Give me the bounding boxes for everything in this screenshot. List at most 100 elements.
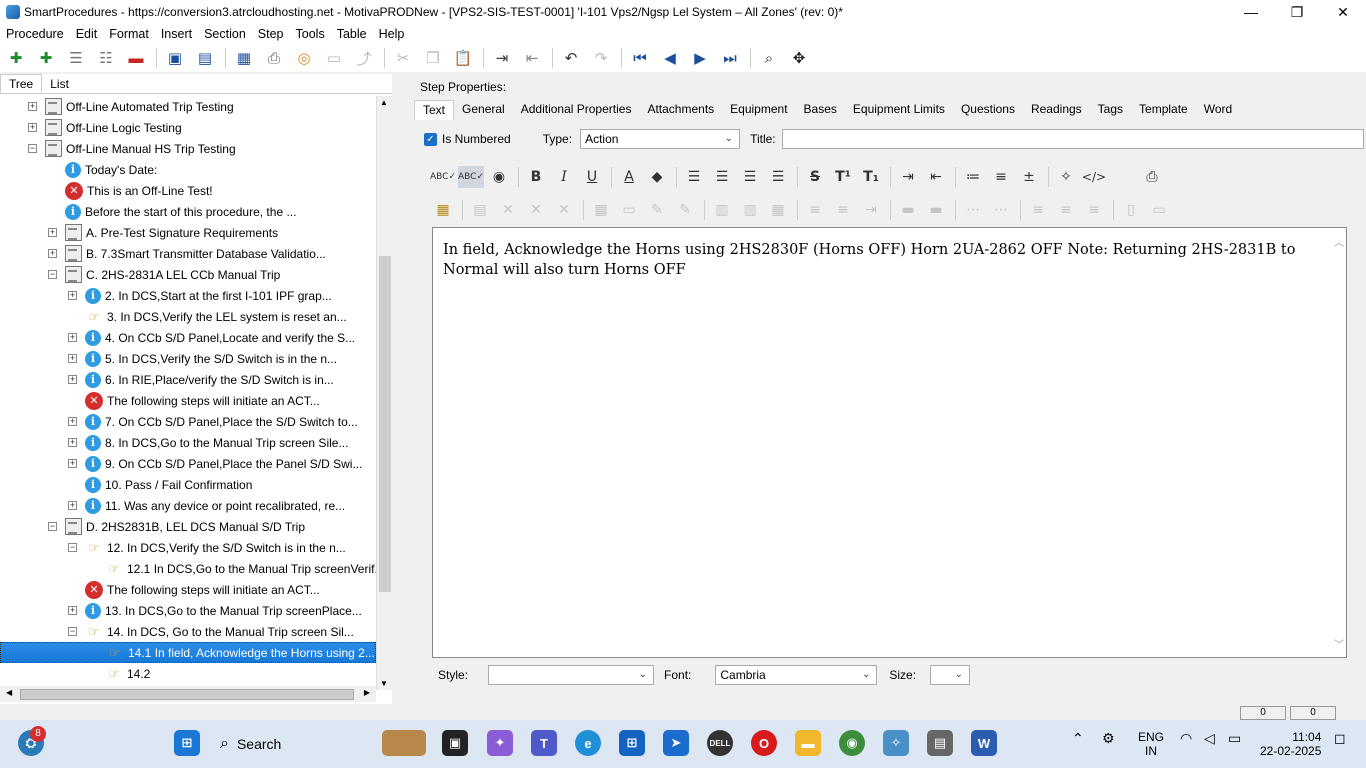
move-icon[interactable]: ✥ xyxy=(787,46,811,70)
is-numbered-checkbox[interactable]: ✓ xyxy=(424,132,437,146)
align-right-icon[interactable]: ☰ xyxy=(737,166,763,188)
menu-step[interactable]: Step xyxy=(258,27,284,41)
tree-node[interactable]: i 10. Pass / Fail Confirmation xyxy=(0,474,376,495)
cell-border-icon[interactable]: ▭ xyxy=(616,199,642,221)
scroll-left-icon[interactable]: ◀ xyxy=(6,688,12,697)
numbered-list-icon[interactable]: ≡ xyxy=(988,166,1014,188)
word-icon[interactable]: W xyxy=(971,730,997,756)
decrease-indent-icon[interactable]: ⇤ xyxy=(923,166,949,188)
store-icon[interactable]: ⊞ xyxy=(619,730,645,756)
expand-icon[interactable]: + xyxy=(68,333,77,342)
expand-icon[interactable]: + xyxy=(28,102,37,111)
tab-attachments[interactable]: Attachments xyxy=(639,100,722,120)
expand-icon[interactable]: + xyxy=(68,438,77,447)
expand-icon[interactable]: + xyxy=(68,354,77,363)
valign-middle-icon[interactable]: ≡ xyxy=(1053,199,1079,221)
tab-equipment-limits[interactable]: Equipment Limits xyxy=(845,100,953,120)
title-input[interactable] xyxy=(781,129,1364,149)
dell-icon[interactable]: DELL xyxy=(707,730,733,756)
maximize-button[interactable]: ❐ xyxy=(1274,0,1320,24)
color-wheel-icon[interactable]: ◉ xyxy=(486,166,512,188)
delete-col-icon[interactable]: ✕ xyxy=(551,199,577,221)
subscript-icon[interactable]: T₁ xyxy=(858,166,884,188)
edge-icon[interactable]: e xyxy=(575,730,601,756)
collapse-icon[interactable]: − xyxy=(48,522,57,531)
outdent-icon[interactable]: ⇤ xyxy=(520,46,544,70)
insert-col-left-icon[interactable]: ▥ xyxy=(709,199,735,221)
editor-scrollbar[interactable]: ︿ ﹀ xyxy=(1332,228,1346,657)
row-icon[interactable]: ▭ xyxy=(1146,199,1172,221)
column-icon[interactable]: ▯ xyxy=(1118,199,1144,221)
merge-cells-icon[interactable]: ▦ xyxy=(765,199,791,221)
tree-node[interactable]: + A. Pre-Test Signature Requirements xyxy=(0,222,376,243)
tree-node[interactable]: ☞ 3. In DCS,Verify the LEL system is rese… xyxy=(0,306,376,327)
teams-icon[interactable]: T xyxy=(531,730,557,756)
chrome-icon[interactable]: ◉ xyxy=(839,730,865,756)
insert-line-icon[interactable]: ± xyxy=(1016,166,1042,188)
remote-desktop-icon[interactable]: ▤ xyxy=(927,730,953,756)
first-icon[interactable]: ⏮ xyxy=(628,46,652,70)
copilot-icon[interactable]: ✦ xyxy=(487,730,513,756)
align-center-icon[interactable]: ☰ xyxy=(709,166,735,188)
col-width-icon[interactable]: ▬ xyxy=(923,199,949,221)
align-left-icon[interactable]: ☰ xyxy=(681,166,707,188)
menu-format[interactable]: Format xyxy=(109,27,149,41)
magic-wand-icon[interactable]: ✧ xyxy=(1053,166,1079,188)
delete-row-icon[interactable]: ✕ xyxy=(523,199,549,221)
menu-table[interactable]: Table xyxy=(337,27,367,41)
expand-icon[interactable]: + xyxy=(68,375,77,384)
insert-col-right-icon[interactable]: ▥ xyxy=(737,199,763,221)
expand-icon[interactable]: + xyxy=(68,501,77,510)
valign-top-icon[interactable]: ≡ xyxy=(1025,199,1051,221)
next-icon[interactable]: ▶ xyxy=(688,46,712,70)
expand-icon[interactable]: + xyxy=(68,606,77,615)
tree-node[interactable]: ☞ 12.1 In DCS,Go to the Manual Trip scree… xyxy=(0,558,376,579)
italic-icon[interactable]: I xyxy=(551,166,577,188)
previous-icon[interactable]: ◀ xyxy=(658,46,682,70)
tab-general[interactable]: General xyxy=(454,100,513,120)
file-explorer-icon[interactable]: ▬ xyxy=(795,730,821,756)
distribute-icon[interactable]: ⋯ xyxy=(960,199,986,221)
tree-node[interactable]: + i 6. In RIE,Place/verify the S/D Switch … xyxy=(0,369,376,390)
tree-node[interactable]: + i 5. In DCS,Verify the S/D Switch is in … xyxy=(0,348,376,369)
copy-icon[interactable]: ❐ xyxy=(421,46,445,70)
expand-icon[interactable]: + xyxy=(28,123,37,132)
split-cells-icon[interactable]: ⇥ xyxy=(858,199,884,221)
html-source-icon[interactable]: </> xyxy=(1081,166,1107,188)
spellcheck-icon[interactable]: ABC✓ xyxy=(430,166,456,188)
opera-icon[interactable]: O xyxy=(751,730,777,756)
font-select[interactable]: Cambria ⌄ xyxy=(715,665,878,685)
highlight-icon[interactable]: ◆ xyxy=(644,166,670,188)
tree-node[interactable]: i Before the start of this procedure, the… xyxy=(0,201,376,222)
save-all-icon[interactable]: ▣ xyxy=(163,46,187,70)
tab-readings[interactable]: Readings xyxy=(1023,100,1090,120)
collapse-icon[interactable]: − xyxy=(68,543,77,552)
delete-table-icon[interactable]: ✕ xyxy=(495,199,521,221)
tree-node[interactable]: + i 7. On CCb S/D Panel,Place the S/D Swit… xyxy=(0,411,376,432)
tab-tree[interactable]: Tree xyxy=(0,74,43,93)
close-button[interactable]: ✕ xyxy=(1320,0,1366,24)
save-icon[interactable]: ▤ xyxy=(193,46,217,70)
insert-table-icon[interactable]: ▦ xyxy=(430,199,456,221)
clock[interactable]: 11:04 22-02-2025 xyxy=(1260,730,1321,758)
redo-icon[interactable]: ↷ xyxy=(589,46,613,70)
scroll-up-icon[interactable]: ▲ xyxy=(380,98,388,107)
tab-bases[interactable]: Bases xyxy=(796,100,845,120)
remove-icon[interactable]: ▬ xyxy=(124,46,148,70)
scroll-down-icon[interactable]: ▼ xyxy=(380,679,388,688)
list-alt-icon[interactable]: ☷ xyxy=(94,46,118,70)
editor-scroll-up-icon[interactable]: ︿ xyxy=(1334,234,1344,249)
table-icon[interactable]: ▭ xyxy=(322,46,346,70)
tree-node[interactable]: + i 11. Was any device or point recalibrat… xyxy=(0,495,376,516)
minimize-button[interactable]: — xyxy=(1228,0,1274,24)
tab-word[interactable]: Word xyxy=(1196,100,1240,120)
volume-icon[interactable]: ◁ xyxy=(1204,730,1215,747)
size-select[interactable]: ⌄ xyxy=(930,665,971,685)
spellcheck-auto-icon[interactable]: ABC✓ xyxy=(458,166,484,188)
menu-edit[interactable]: Edit xyxy=(76,27,98,41)
tree-node[interactable]: + Off-Line Logic Testing xyxy=(0,117,376,138)
tree-vertical-scrollbar[interactable]: ▲ ▼ xyxy=(376,96,392,690)
distribute-cols-icon[interactable]: ⋯ xyxy=(988,199,1014,221)
wifi-icon[interactable]: ◠ xyxy=(1180,730,1192,747)
type-select[interactable]: Action ⌄ xyxy=(580,129,741,149)
